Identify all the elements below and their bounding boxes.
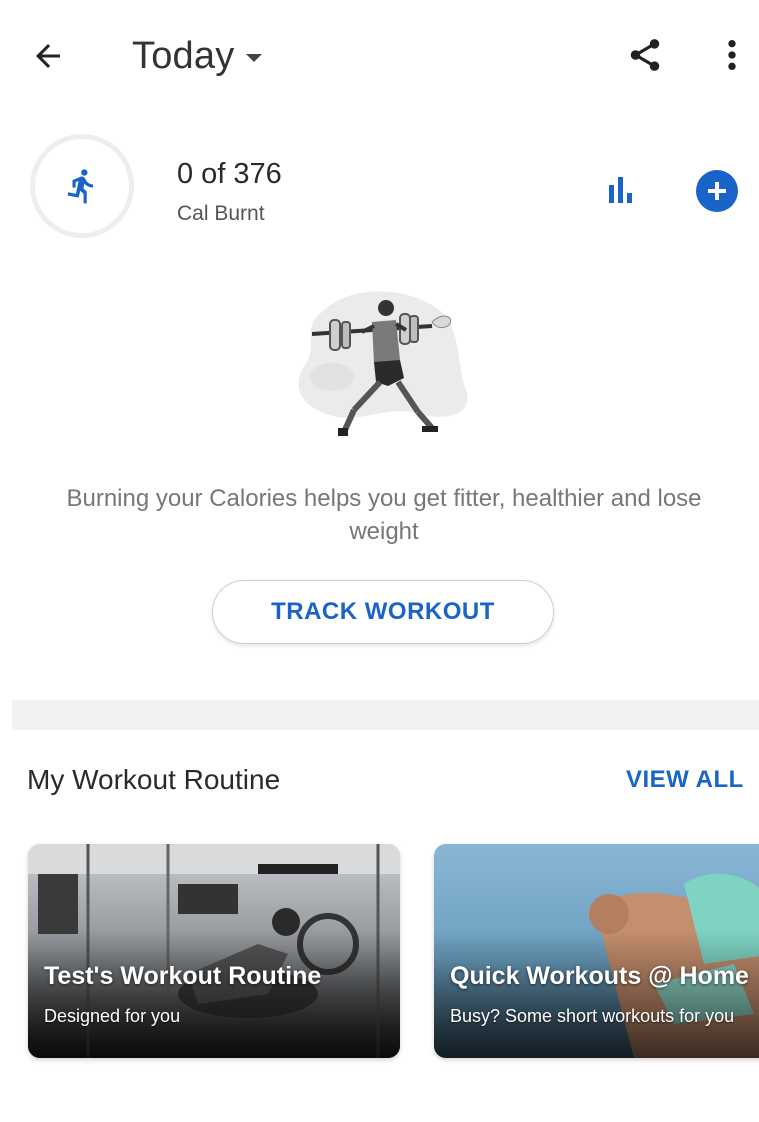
caret-down-icon [246,54,263,62]
view-all-link[interactable]: VIEW ALL [626,766,744,794]
date-selector[interactable]: Today [132,32,263,80]
section-title: My Workout Routine [27,764,281,795]
routine-card-test[interactable]: Test's Workout Routine Designed for you [28,844,400,1058]
share-icon [630,39,660,71]
progress-ring [30,134,134,238]
top-app-bar: Today [0,0,759,110]
barbell-lunge-illustration [292,282,476,452]
card-title: Quick Workouts @ Home [450,962,749,990]
calories-label: Cal Burnt [177,202,265,225]
calorie-summary: 0 of 376 Cal Burnt [0,128,759,258]
running-person-icon [67,169,94,204]
bar-chart-icon [609,177,632,203]
card-subtitle: Designed for you [44,1006,181,1026]
calories-value: 0 of 376 [177,158,282,190]
more-vert-icon [728,39,736,71]
empty-state-message: Burning your Calories helps you get fitt… [66,485,702,545]
add-workout-button[interactable] [696,170,738,212]
routine-card-home[interactable]: Quick Workouts @ Home Busy? Some short w… [434,844,759,1058]
more-options-button[interactable] [712,32,752,78]
card-subtitle: Busy? Some short workouts for you [450,1006,735,1026]
back-button[interactable] [26,34,70,78]
stats-button[interactable] [598,168,644,212]
arrow-back-icon [36,44,60,68]
add-circle-icon [708,182,726,200]
share-button[interactable] [622,32,668,78]
track-workout-button[interactable]: TRACK WORKOUT [212,580,554,644]
card-title: Test's Workout Routine [44,962,322,990]
page-title: Today [132,34,235,77]
section-divider [12,700,759,730]
